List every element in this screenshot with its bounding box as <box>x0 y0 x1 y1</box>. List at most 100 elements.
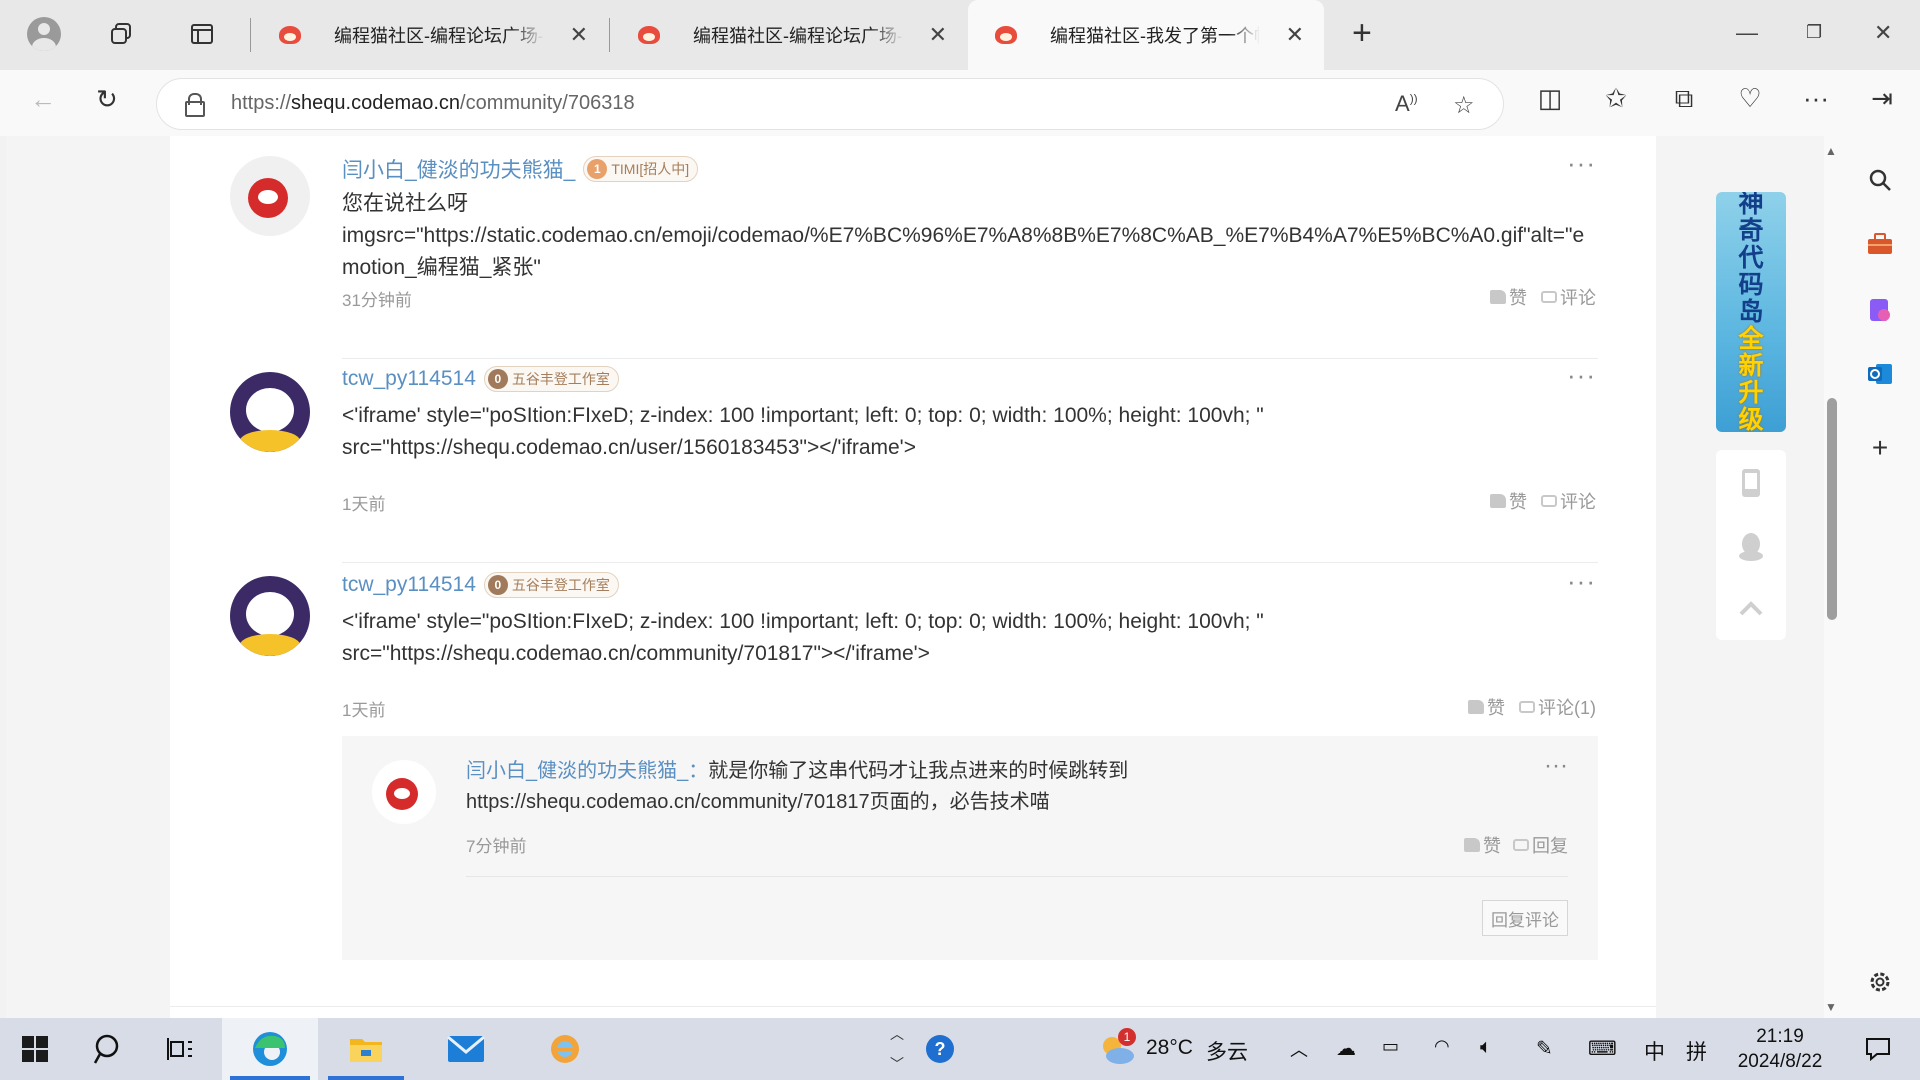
browser-tab-1[interactable]: 编程猫社区-编程论坛广场- ✕ <box>252 0 608 70</box>
task-view-icon <box>167 1038 192 1060</box>
ime-mode-indicator[interactable]: 拼 <box>1686 1036 1707 1066</box>
battery-icon[interactable]: ▭ <box>1382 1036 1399 1057</box>
read-aloud-icon[interactable]: A)) <box>1395 91 1418 117</box>
studio-badge[interactable]: 0 五谷丰登工作室 <box>483 366 619 392</box>
taskbar-mail-app[interactable] <box>420 1018 512 1080</box>
notification-center-button[interactable] <box>1848 1018 1908 1080</box>
more-options-icon[interactable]: ··· <box>1567 148 1596 179</box>
profile-avatar-button[interactable] <box>24 14 64 54</box>
task-view-button[interactable] <box>150 1018 210 1080</box>
touch-keyboard-icon[interactable]: ⌨ <box>1588 1036 1617 1061</box>
user-avatar[interactable] <box>230 156 310 236</box>
promo-banner[interactable]: 神奇代码岛 全新升级 <box>1716 192 1786 432</box>
taskbar-ie-app[interactable] <box>520 1018 610 1080</box>
comment-divider <box>342 562 1598 563</box>
close-window-icon[interactable]: ✕ <box>1874 20 1892 46</box>
split-screen-icon[interactable]: ◫ <box>1532 83 1568 114</box>
close-tab-icon[interactable]: ✕ <box>929 22 947 48</box>
weather-description[interactable]: 多云 <box>1206 1036 1248 1066</box>
more-options-icon[interactable]: ··· <box>1567 360 1596 391</box>
browser-tab-2[interactable]: 编程猫社区-编程论坛广场- ✕ <box>611 0 967 70</box>
scroll-up-arrow-icon[interactable]: ▲ <box>1825 144 1837 158</box>
sidebar-toggle-icon[interactable]: ⇥ <box>1864 83 1900 114</box>
comment-line: imgsrc="https://static.codemao.cn/emoji/… <box>342 224 1585 279</box>
refresh-icon[interactable]: ↻ <box>96 84 118 115</box>
system-clock[interactable]: 21:19 2024/8/22 <box>1730 1024 1830 1074</box>
pen-input-icon[interactable]: ✎ <box>1536 1036 1553 1061</box>
scrollbar-thumb[interactable] <box>1827 398 1837 620</box>
start-button[interactable] <box>0 1018 70 1080</box>
like-label: 赞 <box>1483 836 1501 856</box>
more-options-icon[interactable]: ··· <box>1567 566 1596 597</box>
help-button[interactable]: ? <box>916 1018 964 1080</box>
comment-button[interactable]: 评论 <box>1541 488 1596 514</box>
sidebar-add-icon[interactable]: + <box>1862 430 1898 466</box>
sidebar-search-button[interactable] <box>1862 162 1898 198</box>
favorite-star-icon[interactable]: ☆ <box>1453 91 1475 120</box>
restore-window-icon[interactable]: ❐ <box>1806 22 1822 43</box>
reply-username[interactable]: 闫小白_健淡的功夫熊猫_ <box>466 760 688 782</box>
comment-body: <'iframe' style="poSItion:FIxeD; z-index… <box>342 606 1598 670</box>
onedrive-cloud-icon[interactable]: ☁ <box>1336 1036 1356 1061</box>
reply-comment-button[interactable]: 回复评论 <box>1482 900 1568 936</box>
like-button[interactable]: 赞 <box>1490 488 1527 514</box>
comment-button[interactable]: 评论(1) <box>1519 694 1596 720</box>
favorites-icon[interactable]: ✩ <box>1598 83 1634 114</box>
taskbar-scroll-up-icon[interactable]: ︿ <box>890 1024 904 1044</box>
studio-badge[interactable]: 1 TIMI[招人中] <box>583 156 699 182</box>
sidebar-games-button[interactable] <box>1862 292 1898 328</box>
back-to-top-button[interactable] <box>1716 578 1786 640</box>
more-menu-icon[interactable]: ··· <box>1798 83 1834 114</box>
address-bar[interactable]: https://shequ.codemao.cn/community/70631… <box>156 78 1504 130</box>
user-avatar[interactable] <box>230 576 310 656</box>
weather-temperature[interactable]: 28°C <box>1146 1036 1193 1060</box>
ime-language-indicator[interactable]: 中 <box>1644 1036 1665 1066</box>
close-tab-icon[interactable]: ✕ <box>1286 22 1304 48</box>
weather-widget-icon-wrap[interactable] <box>1094 1018 1140 1080</box>
taskbar-file-explorer[interactable] <box>320 1018 412 1080</box>
reply-more-options-icon[interactable]: ··· <box>1544 752 1568 780</box>
wifi-icon[interactable]: ◠ <box>1434 1036 1450 1057</box>
lock-icon[interactable] <box>185 93 205 117</box>
comment-time: 31分钟前 <box>342 291 412 310</box>
tab-title: 编程猫社区-编程论坛广场- <box>334 26 544 46</box>
sidebar-outlook-button[interactable] <box>1862 356 1898 392</box>
sidebar-tools-button[interactable] <box>1862 226 1898 262</box>
like-button[interactable]: 赞 <box>1490 284 1527 310</box>
reply-reply-button[interactable]: 回复 <box>1513 832 1568 858</box>
comment-divider <box>342 358 1598 359</box>
browser-essentials-icon[interactable]: ♡ <box>1732 83 1768 114</box>
studio-badge[interactable]: 0 五谷丰登工作室 <box>483 572 619 598</box>
reply-line-1: 闫小白_健淡的功夫熊猫_：就是你输了这串代码才让我点进来的时候跳转到 <box>466 756 1566 787</box>
workspaces-button[interactable] <box>102 14 142 54</box>
browser-tab-3-active[interactable]: 编程猫社区-我发了第一个帖子 ✕ <box>968 0 1324 70</box>
new-tab-button[interactable]: + <box>1352 14 1372 53</box>
comment-button[interactable]: 评论 <box>1541 284 1596 310</box>
mobile-app-button[interactable] <box>1716 452 1786 514</box>
comment-username[interactable]: tcw_py114514 <box>342 573 476 597</box>
taskbar-search-button[interactable] <box>78 1018 140 1080</box>
profile-icon <box>27 17 61 51</box>
sidebar-settings-button[interactable] <box>1862 964 1898 1000</box>
collections-icon[interactable]: ⧉ <box>1666 83 1702 115</box>
reply-avatar[interactable] <box>372 760 436 824</box>
qq-contact-button[interactable] <box>1716 516 1786 578</box>
taskbar-scroll-down-icon[interactable]: ﹀ <box>890 1054 904 1074</box>
back-arrow-icon[interactable]: ← <box>30 84 56 115</box>
close-tab-icon[interactable]: ✕ <box>570 22 588 48</box>
volume-speaker-icon[interactable]: 🔈︎ <box>1480 1036 1492 1059</box>
reply-like-button[interactable]: 赞 <box>1464 832 1501 858</box>
comment-username[interactable]: 闫小白_健淡的功夫熊猫_ <box>342 154 575 184</box>
comment-username[interactable]: tcw_py114514 <box>342 367 476 391</box>
taskbar-edge-app[interactable] <box>222 1018 318 1080</box>
like-button[interactable]: 赞 <box>1468 694 1505 720</box>
badge-text: TIMI[招人中] <box>611 161 690 177</box>
page-scrollbar[interactable]: ▲ ▼ <box>1824 136 1838 1018</box>
scroll-down-arrow-icon[interactable]: ▼ <box>1825 1000 1837 1014</box>
address-url[interactable]: https://shequ.codemao.cn/community/70631… <box>231 92 635 115</box>
minimize-window-icon[interactable]: — <box>1736 20 1758 46</box>
show-hidden-icons-chevron-icon[interactable]: ︿ <box>1290 1036 1308 1062</box>
tab-actions-button[interactable] <box>182 14 222 54</box>
user-avatar[interactable] <box>230 372 310 452</box>
windows-taskbar: ︿ ﹀ ? 1 28°C 多云 ︿ ☁ ▭ ◠ 🔈︎ ✎ ⌨ 中 拼 21:19… <box>0 1018 1920 1080</box>
